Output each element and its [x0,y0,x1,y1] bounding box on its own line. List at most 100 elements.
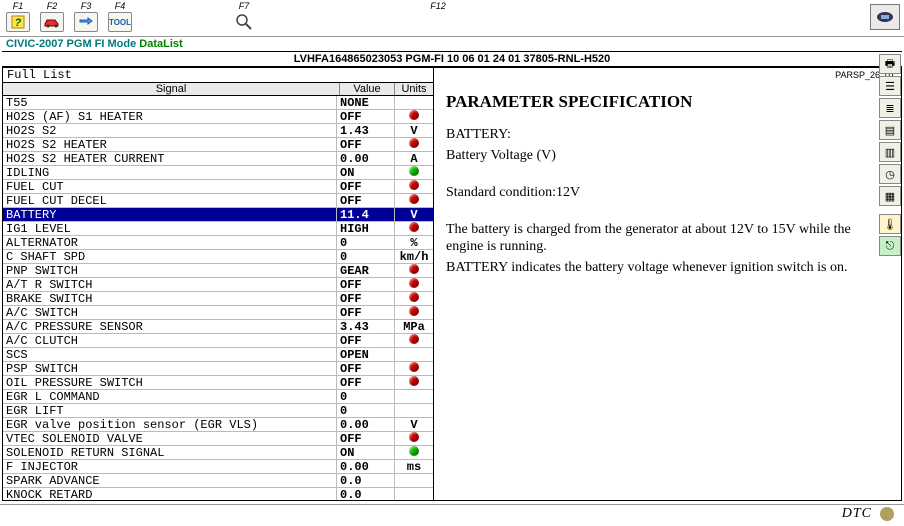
indicator-red-icon [409,222,419,232]
table-row[interactable]: C SHAFT SPD0km/h [3,250,433,264]
table-row[interactable]: HO2S (AF) S1 HEATEROFF [3,110,433,124]
f3-button[interactable]: F3 [72,2,100,32]
table-row[interactable]: A/C PRESSURE SENSOR3.43MPa [3,320,433,334]
table-row[interactable]: IDLINGON [3,166,433,180]
row-units [395,264,433,278]
hdr-units: Units [395,83,433,95]
indicator-red-icon [409,292,419,302]
print-button[interactable]: 🖶 [879,54,901,74]
table-row[interactable]: BATTERY11.4V [3,208,433,222]
tool-btn-5[interactable]: ▥ [879,142,901,162]
row-signal: FUEL CUT DECEL [3,194,337,208]
row-value: OFF [337,110,395,124]
f4-label: F4 [115,2,126,12]
table-row[interactable]: VTEC SOLENOID VALVEOFF [3,432,433,446]
row-value: OFF [337,376,395,390]
row-value: OPEN [337,348,395,362]
param-name-line: Battery Voltage (V) [446,147,889,164]
table-row[interactable]: F INJECTOR0.00ms [3,460,433,474]
table-row[interactable]: A/T R SWITCHOFF [3,278,433,292]
row-signal: ALTERNATOR [3,236,337,250]
table-row[interactable]: A/C CLUTCHOFF [3,334,433,348]
row-signal: KNOCK RETARD [3,488,337,501]
tool-btn-6[interactable]: ◷ [879,164,901,184]
indicator-red-icon [409,110,419,120]
temp-button[interactable]: 🌡 [879,214,901,234]
table-row[interactable]: EGR LIFT0 [3,404,433,418]
row-signal: HO2S S2 [3,124,337,138]
table-row[interactable]: FUEL CUT DECELOFF [3,194,433,208]
thermometer-icon: 🌡 [883,218,897,231]
indicator-red-icon [409,376,419,386]
table-row[interactable]: PSP SWITCHOFF [3,362,433,376]
indicator-red-icon [409,334,419,344]
f2-button[interactable]: F2 [38,2,66,32]
table-row[interactable]: EGR valve position sensor (EGR VLS)0.00V [3,418,433,432]
row-signal: IDLING [3,166,337,180]
f7-button[interactable]: F7 [230,2,258,32]
row-value: 3.43 [337,320,395,334]
hdr-signal: Signal [3,83,340,95]
row-units [395,166,433,180]
f1-label: F1 [13,2,24,12]
row-units [395,180,433,194]
row-units: ms [395,460,433,474]
list-title: Full List [3,68,433,83]
table-row[interactable]: OIL PRESSURE SWITCHOFF [3,376,433,390]
row-value: ON [337,166,395,180]
table-row[interactable]: EGR L COMMAND0 [3,390,433,404]
tool-btn-2[interactable]: ☰ [879,76,901,96]
table-row[interactable]: T55NONE [3,96,433,110]
tool-btn-7[interactable]: ▦ [879,186,901,206]
table-row[interactable]: IG1 LEVELHIGH [3,222,433,236]
indicator-red-icon [409,138,419,148]
table-row[interactable]: HO2S S2 HEATER CURRENT0.00A [3,152,433,166]
table-row[interactable]: KNOCK RETARD0.0 [3,488,433,500]
row-value: 0.00 [337,152,395,166]
indicator-red-icon [409,194,419,204]
row-units [395,376,433,390]
row-units [395,292,433,306]
row-units: MPa [395,320,433,334]
row-signal: A/T R SWITCH [3,278,337,292]
indicator-red-icon [409,306,419,316]
table-row[interactable]: A/C SWITCHOFF [3,306,433,320]
row-signal: PNP SWITCH [3,264,337,278]
row-value: ON [337,446,395,460]
table-row[interactable]: PNP SWITCHGEAR [3,264,433,278]
f4-button[interactable]: F4 TOOL [106,2,134,32]
body-text-2: BATTERY indicates the battery voltage wh… [446,259,889,276]
table-row[interactable]: ALTERNATOR0% [3,236,433,250]
breadcrumb: CIVIC-2007 PGM FI Mode DataList [0,37,904,51]
bc-mode: Mode [108,38,137,50]
row-signal: OIL PRESSURE SWITCH [3,376,337,390]
row-value: 0 [337,250,395,264]
info-line: LVHFA164865023053 PGM-FI 10 06 01 24 01 … [2,51,902,67]
row-signal: A/C CLUTCH [3,334,337,348]
f12-label: F12 [430,2,446,12]
magnify-icon [232,12,256,32]
dtc-label: DTC [842,506,872,522]
table-row[interactable]: HO2S S2 HEATEROFF [3,138,433,152]
table-row[interactable]: BRAKE SWITCHOFF [3,292,433,306]
table-row[interactable]: FUEL CUTOFF [3,180,433,194]
exit-button[interactable]: ⎋ [879,236,901,256]
row-value: OFF [337,432,395,446]
tool-btn-4[interactable]: ▤ [879,120,901,140]
table-row[interactable]: SOLENOID RETURN SIGNALON [3,446,433,460]
row-signal: EGR LIFT [3,404,337,418]
chart-icon: ▦ [885,190,895,203]
car-icon [40,12,64,32]
table-row[interactable]: HO2S S21.43V [3,124,433,138]
tool-btn-3[interactable]: ≣ [879,98,901,118]
row-value: OFF [337,138,395,152]
f2-label: F2 [47,2,58,12]
row-units [395,334,433,348]
f1-button[interactable]: F1 ? [4,2,32,32]
table-row[interactable]: SCSOPEN [3,348,433,362]
table-row[interactable]: SPARK ADVANCE0.0 [3,474,433,488]
f12-button[interactable]: F12 [424,2,452,32]
connector-button[interactable] [870,4,900,30]
body-text-1: The battery is charged from the generato… [446,221,889,255]
row-signal: FUEL CUT [3,180,337,194]
